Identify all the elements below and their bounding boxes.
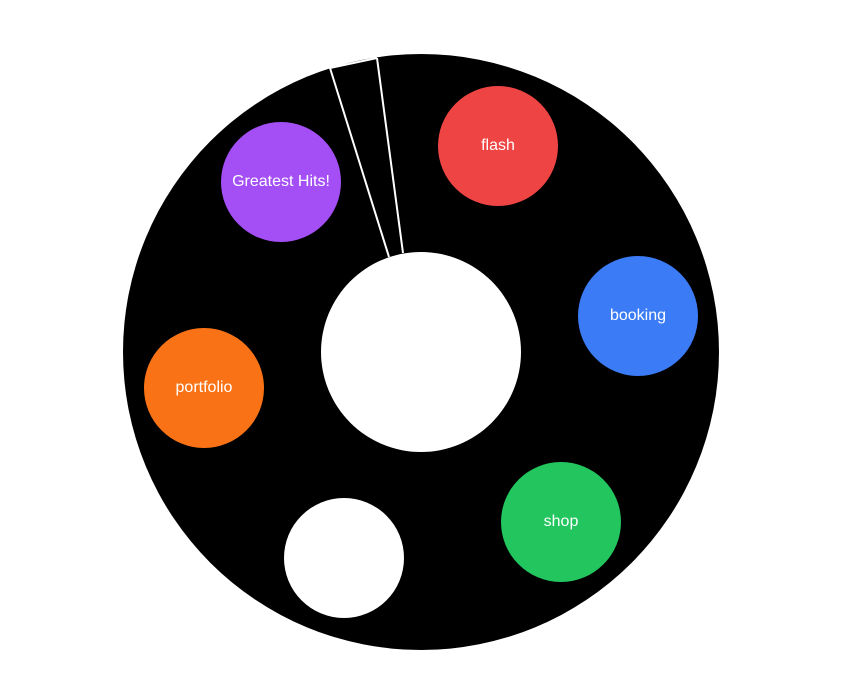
blank-menu-button[interactable] [284,498,404,618]
greatest-hits-label: Greatest Hits! [232,173,330,190]
flash-label: flash [481,137,515,154]
flash-button[interactable]: flash [438,86,558,206]
shop-button[interactable]: shop [501,462,621,582]
greatest-hits-button[interactable]: Greatest Hits! [221,122,341,242]
booking-button[interactable]: booking [578,256,698,376]
shop-label: shop [543,513,579,530]
portfolio-label: portfolio [175,379,233,396]
portfolio-button[interactable]: portfolio [144,328,264,448]
booking-label: booking [609,307,667,324]
center-hub[interactable] [321,252,521,452]
